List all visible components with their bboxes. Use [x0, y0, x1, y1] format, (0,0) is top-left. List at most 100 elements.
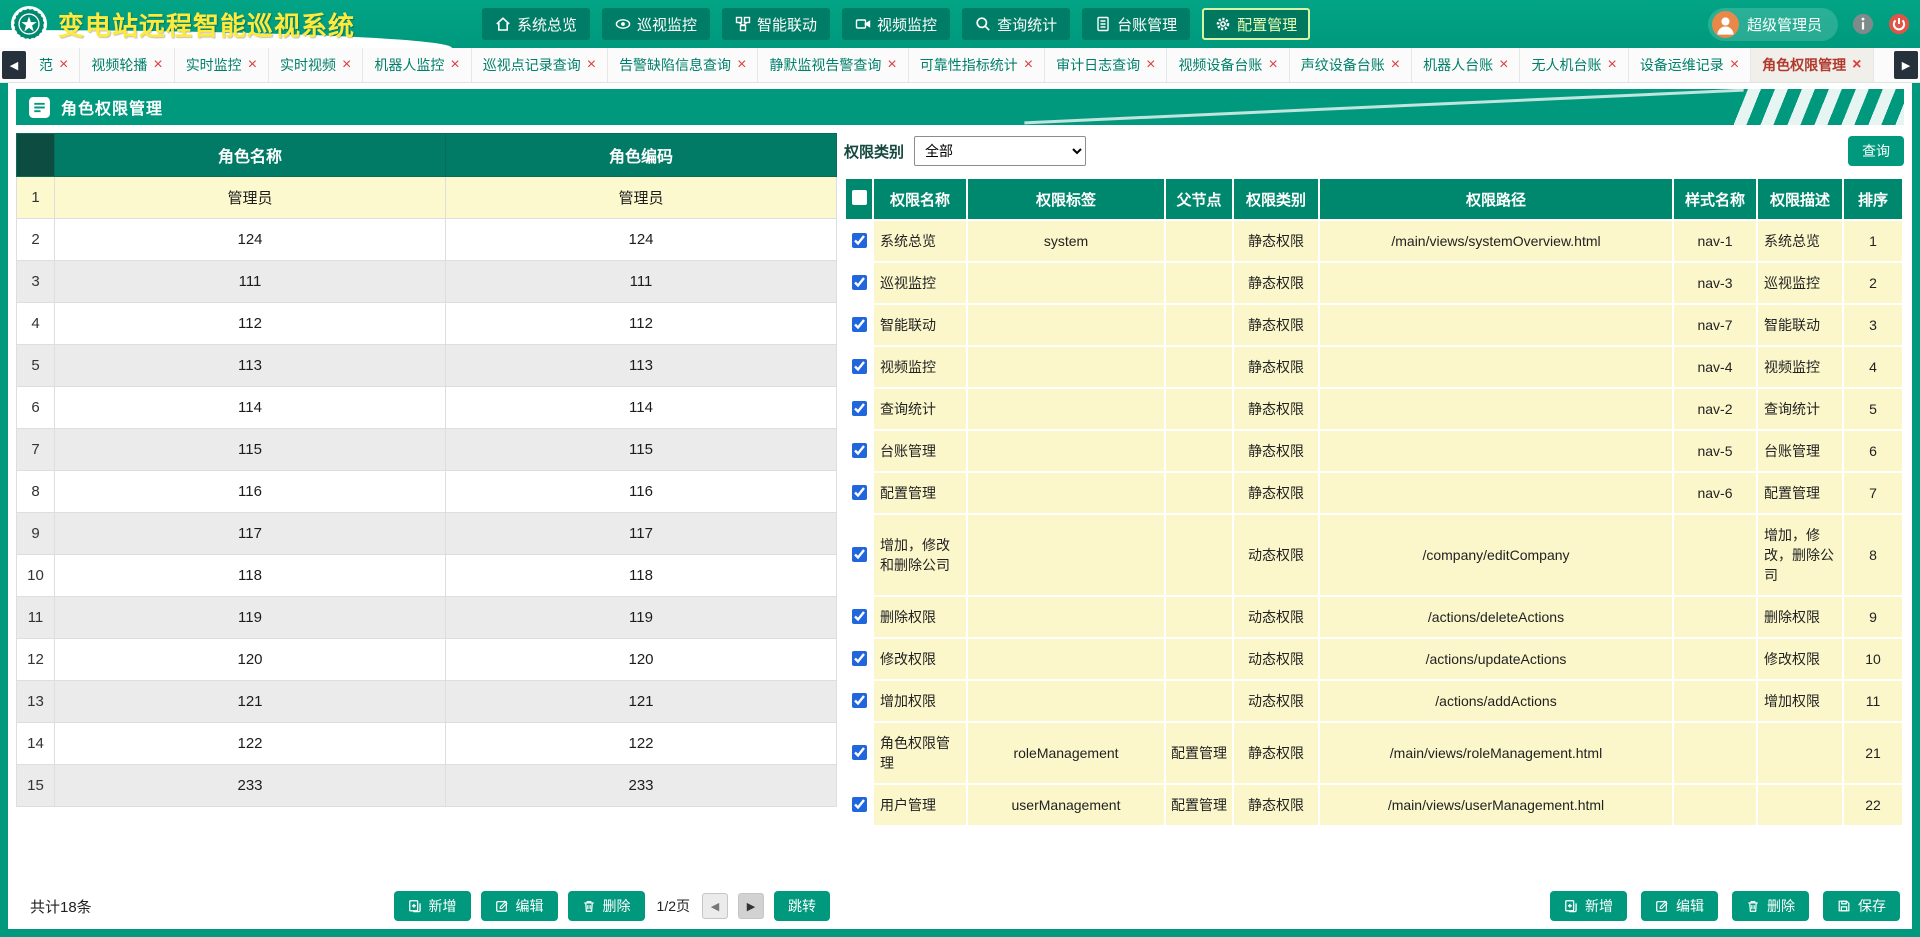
permission-row[interactable]: 查询统计静态权限nav-2查询统计5 [846, 389, 1902, 429]
role-row[interactable]: 12120120 [17, 639, 837, 681]
tab-close-icon[interactable]: × [59, 57, 68, 73]
permission-save-button[interactable]: 保存 [1823, 891, 1900, 921]
permission-row[interactable]: 增加权限动态权限/actions/addActions增加权限11 [846, 681, 1902, 721]
row-checkbox[interactable] [852, 609, 867, 624]
tab-close-icon[interactable]: × [1024, 57, 1033, 73]
tab-15[interactable]: 角色权限管理× [1751, 48, 1873, 82]
row-checkbox[interactable] [852, 797, 867, 812]
permission-row[interactable]: 增加，修改和删除公司动态权限/company/editCompany增加，修改，… [846, 515, 1902, 595]
permission-type-select[interactable]: 全部 [914, 136, 1086, 166]
nav-button-query-statistics[interactable]: 查询统计 [962, 8, 1070, 40]
tab-12[interactable]: 机器人台账× [1412, 48, 1520, 82]
row-checkbox[interactable] [852, 401, 867, 416]
tab-6[interactable]: 告警缺陷信息查询× [608, 48, 758, 82]
user-menu[interactable]: 超级管理员 [1708, 8, 1838, 41]
tab-close-icon[interactable]: × [1391, 57, 1400, 73]
row-checkbox[interactable] [852, 233, 867, 248]
prev-page-button[interactable]: ◀ [702, 893, 728, 919]
role-row[interactable]: 3111111 [17, 261, 837, 303]
nav-button-video-monitor[interactable]: 视频监控 [842, 8, 950, 40]
tabs-scroll-left-button[interactable]: ◀ [2, 51, 26, 79]
tab-3[interactable]: 实时视频× [269, 48, 363, 82]
role-add-button[interactable]: 新增 [394, 891, 471, 921]
permission-row[interactable]: 视频监控静态权限nav-4视频监控4 [846, 347, 1902, 387]
tab-close-icon[interactable]: × [737, 57, 746, 73]
permission-row[interactable]: 系统总览system静态权限/main/views/systemOverview… [846, 221, 1902, 261]
tab-close-icon[interactable]: × [1146, 57, 1155, 73]
row-checkbox[interactable] [852, 547, 867, 562]
tab-close-icon[interactable]: × [342, 57, 351, 73]
nav-button-system-overview[interactable]: 系统总览 [482, 8, 590, 40]
tab-5[interactable]: 巡视点记录查询× [472, 48, 608, 82]
row-checkbox[interactable] [852, 275, 867, 290]
tab-7[interactable]: 静默监视告警查询× [758, 48, 908, 82]
role-edit-button[interactable]: 编辑 [481, 891, 558, 921]
jump-page-button[interactable]: 跳转 [774, 891, 830, 921]
role-row[interactable]: 13121121 [17, 681, 837, 723]
permission-row[interactable]: 配置管理静态权限nav-6配置管理7 [846, 473, 1902, 513]
row-checkbox[interactable] [852, 485, 867, 500]
query-button[interactable]: 查询 [1848, 136, 1904, 166]
permissions-table-body: 系统总览system静态权限/main/views/systemOverview… [846, 221, 1902, 825]
tab-1[interactable]: 视频轮播× [80, 48, 174, 82]
info-button[interactable] [1852, 13, 1874, 35]
permission-row[interactable]: 角色权限管理roleManagement配置管理静态权限/main/views/… [846, 723, 1902, 783]
role-row[interactable]: 9117117 [17, 513, 837, 555]
tab-close-icon[interactable]: × [587, 57, 596, 73]
permission-save-label: 保存 [1858, 896, 1886, 916]
permission-row[interactable]: 修改权限动态权限/actions/updateActions修改权限10 [846, 639, 1902, 679]
tab-11[interactable]: 声纹设备台账× [1290, 48, 1412, 82]
tab-close-icon[interactable]: × [1268, 57, 1277, 73]
role-row[interactable]: 4112112 [17, 303, 837, 345]
permission-row[interactable]: 删除权限动态权限/actions/deleteActions删除权限9 [846, 597, 1902, 637]
tab-close-icon[interactable]: × [1499, 57, 1508, 73]
role-row[interactable]: 8116116 [17, 471, 837, 513]
role-delete-button[interactable]: 删除 [568, 891, 645, 921]
tab-2[interactable]: 实时监控× [175, 48, 269, 82]
nav-button-patrol-monitor[interactable]: 巡视监控 [602, 8, 710, 40]
row-checkbox[interactable] [852, 443, 867, 458]
role-row[interactable]: 15233233 [17, 765, 837, 807]
row-checkbox[interactable] [852, 359, 867, 374]
tabs-scroll-right-button[interactable]: ▶ [1894, 51, 1918, 79]
next-page-button[interactable]: ▶ [738, 893, 764, 919]
tab-close-icon[interactable]: × [1730, 57, 1739, 73]
permission-row[interactable]: 台账管理静态权限nav-5台账管理6 [846, 431, 1902, 471]
tab-0[interactable]: 范× [28, 48, 80, 82]
tab-14[interactable]: 设备运维记录× [1629, 48, 1751, 82]
tab-close-icon[interactable]: × [1607, 57, 1616, 73]
role-row[interactable]: 6114114 [17, 387, 837, 429]
tab-10[interactable]: 视频设备台账× [1167, 48, 1289, 82]
role-row[interactable]: 11119119 [17, 597, 837, 639]
tab-close-icon[interactable]: × [887, 57, 896, 73]
permission-row[interactable]: 用户管理userManagement配置管理静态权限/main/views/us… [846, 785, 1902, 825]
permission-row[interactable]: 巡视监控静态权限nav-3巡视监控2 [846, 263, 1902, 303]
role-row[interactable]: 2124124 [17, 219, 837, 261]
tab-close-icon[interactable]: × [153, 57, 162, 73]
permission-delete-button[interactable]: 删除 [1732, 891, 1809, 921]
row-checkbox[interactable] [852, 745, 867, 760]
role-row[interactable]: 14122122 [17, 723, 837, 765]
row-checkbox[interactable] [852, 317, 867, 332]
tab-close-icon[interactable]: × [248, 57, 257, 73]
role-row[interactable]: 10118118 [17, 555, 837, 597]
tab-close-icon[interactable]: × [1852, 57, 1861, 73]
nav-button-config-management[interactable]: 配置管理 [1202, 8, 1310, 40]
permission-row[interactable]: 智能联动静态权限nav-7智能联动3 [846, 305, 1902, 345]
tab-9[interactable]: 审计日志查询× [1045, 48, 1167, 82]
role-row[interactable]: 5113113 [17, 345, 837, 387]
permission-add-button[interactable]: 新增 [1550, 891, 1627, 921]
tab-8[interactable]: 可靠性指标统计× [909, 48, 1045, 82]
role-row[interactable]: 7115115 [17, 429, 837, 471]
permission-edit-button[interactable]: 编辑 [1641, 891, 1718, 921]
tab-13[interactable]: 无人机台账× [1520, 48, 1628, 82]
nav-button-ledger-management[interactable]: 台账管理 [1082, 8, 1190, 40]
tab-close-icon[interactable]: × [450, 57, 459, 73]
tab-4[interactable]: 机器人监控× [363, 48, 471, 82]
role-row[interactable]: 1管理员管理员 [17, 177, 837, 219]
nav-button-smart-linkage[interactable]: 智能联动 [722, 8, 830, 40]
row-checkbox[interactable] [852, 693, 867, 708]
logout-button[interactable] [1888, 13, 1910, 35]
select-all-checkbox[interactable] [852, 190, 867, 205]
row-checkbox[interactable] [852, 651, 867, 666]
